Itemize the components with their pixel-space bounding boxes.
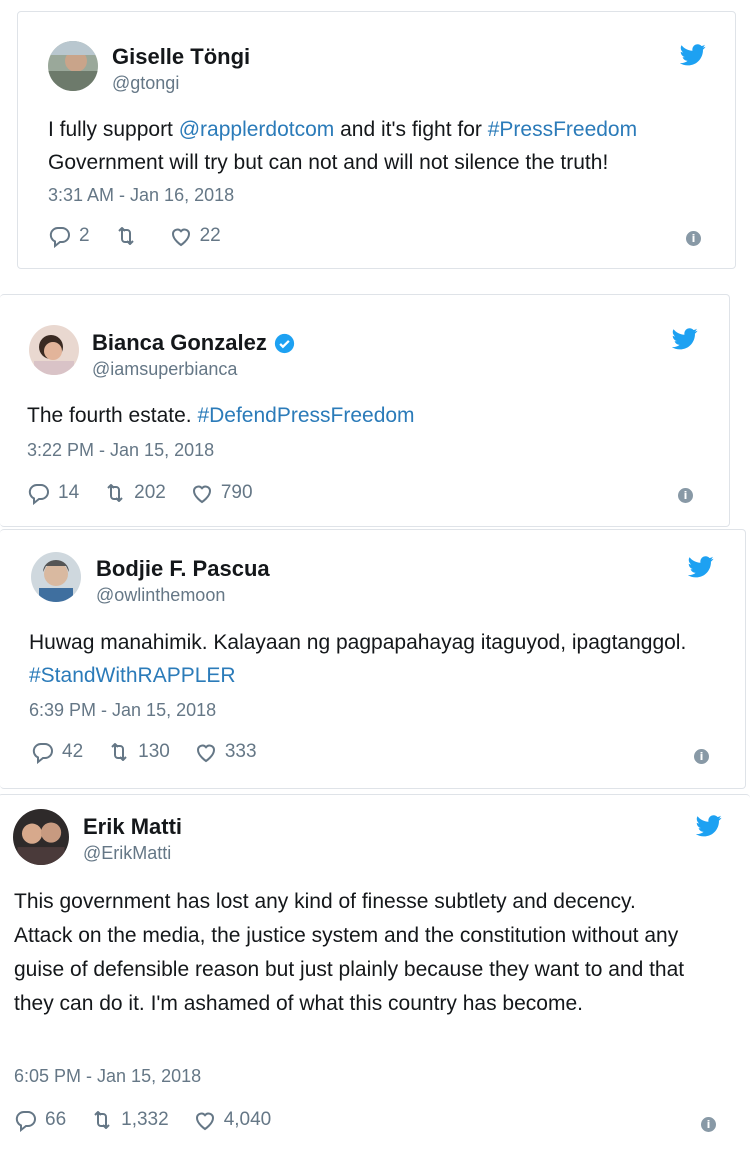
avatar-photo-icon [48, 41, 98, 91]
tweet-actions: 66 1,332 4,040 [14, 1108, 295, 1132]
retweet-button[interactable]: 1,332 [90, 1108, 169, 1132]
twitter-bird-icon[interactable] [671, 328, 698, 350]
like-button[interactable]: 333 [194, 740, 257, 764]
tweet-text: The fourth estate. #DefendPressFreedom [27, 399, 717, 432]
tweet-text: Huwag manahimik. Kalayaan ng pagpapahaya… [29, 626, 689, 692]
reply-button[interactable]: 2 [48, 224, 90, 248]
retweet-button[interactable]: 130 [107, 740, 170, 764]
like-count: 333 [224, 741, 257, 762]
avatar[interactable] [48, 41, 98, 91]
like-count: 4,040 [223, 1109, 272, 1130]
twitter-bird-icon[interactable] [687, 556, 714, 578]
verified-badge-icon [274, 333, 294, 353]
reply-icon [49, 226, 70, 248]
tweet-link[interactable]: #DefendPressFreedom [197, 404, 414, 427]
tweet-timestamp[interactable]: 6:05 PM - Jan 15, 2018 [14, 1066, 201, 1087]
user-handle[interactable]: @ErikMatti [83, 843, 171, 864]
avatar-photo-icon [13, 809, 69, 865]
retweet-button[interactable]: 202 [103, 481, 166, 505]
user-handle[interactable]: @iamsuperbianca [92, 359, 237, 380]
display-name[interactable]: Bodjie F. Pascua [96, 556, 270, 582]
reply-count: 2 [79, 225, 90, 246]
reply-button[interactable]: 66 [14, 1108, 66, 1132]
like-count: 22 [199, 225, 221, 246]
tweet-text-segment: The fourth estate. [27, 404, 198, 427]
tweet-text: This government has lost any kind of fin… [14, 885, 694, 1021]
tweet-text-segment: This government has lost any kind of fin… [14, 890, 685, 1015]
info-icon[interactable]: i [694, 749, 709, 764]
display-name[interactable]: Giselle Töngi [112, 44, 250, 70]
avatar[interactable] [29, 325, 79, 375]
tweet-link[interactable]: #StandWithRAPPLER [29, 664, 236, 687]
reply-count: 42 [62, 741, 84, 762]
avatar-photo-icon [29, 325, 79, 375]
twitter-bird-icon[interactable] [679, 44, 706, 66]
retweet-button[interactable] [114, 224, 145, 248]
info-icon[interactable]: i [678, 488, 693, 503]
tweet-actions: 14 202 790 [27, 481, 277, 505]
like-button[interactable]: 790 [190, 481, 253, 505]
retweet-icon [117, 227, 134, 245]
tweet-link[interactable]: #PressFreedom [488, 118, 637, 141]
tweet-text-segment: I fully support [48, 118, 179, 141]
display-name[interactable]: Erik Matti [83, 814, 182, 840]
tweet-timestamp[interactable]: 3:31 AM - Jan 16, 2018 [48, 185, 234, 206]
info-icon[interactable]: i [701, 1117, 716, 1132]
info-icon[interactable]: i [686, 231, 701, 246]
twitter-bird-icon[interactable] [695, 815, 722, 837]
tweet-text-segment: Government will try but can not and will… [48, 151, 609, 174]
avatar-photo-icon [31, 552, 81, 602]
heart-icon [192, 485, 211, 504]
reply-icon [28, 483, 49, 505]
like-count: 790 [220, 482, 253, 503]
reply-count: 14 [58, 482, 80, 503]
tweet-actions: 2 22 [48, 224, 245, 248]
heart-icon [195, 1112, 214, 1131]
user-handle[interactable]: @owlinthemoon [96, 585, 225, 606]
retweet-icon [94, 1111, 110, 1129]
reply-icon [15, 1110, 36, 1132]
tweet-card[interactable]: Bodjie F. Pascua @owlinthemoon Huwag man… [0, 529, 746, 789]
tweet-link[interactable]: @rapplerdotcom [179, 118, 335, 141]
heart-icon [196, 744, 215, 763]
user-handle[interactable]: @gtongi [112, 73, 179, 94]
retweet-count: 1,332 [121, 1109, 169, 1130]
like-button[interactable]: 22 [169, 224, 221, 248]
tweet-timestamp[interactable]: 3:22 PM - Jan 15, 2018 [27, 440, 214, 461]
display-name[interactable]: Bianca Gonzalez [92, 330, 295, 356]
retweet-count: 202 [134, 482, 166, 503]
tweet-card[interactable]: Giselle Töngi @gtongi I fully support @r… [17, 11, 736, 269]
tweet-card[interactable]: Bianca Gonzalez @iamsuperbianca The four… [0, 294, 730, 527]
retweet-icon [107, 484, 123, 502]
like-button[interactable]: 4,040 [193, 1108, 272, 1132]
retweet-icon [111, 743, 127, 761]
tweet-text: I fully support @rapplerdotcom and it's … [48, 113, 728, 179]
reply-button[interactable]: 42 [31, 740, 83, 764]
reply-icon [32, 742, 53, 764]
tweet-actions: 42 130 333 [31, 740, 281, 764]
tweet-card[interactable]: Erik Matti @ErikMatti This government ha… [0, 794, 750, 1160]
retweet-count: 130 [138, 741, 170, 762]
tweet-text-segment: Huwag manahimik. Kalayaan ng pagpapahaya… [29, 631, 687, 654]
heart-icon [171, 228, 190, 247]
avatar[interactable] [31, 552, 81, 602]
avatar[interactable] [13, 809, 69, 865]
reply-count: 66 [45, 1109, 67, 1130]
tweet-timestamp[interactable]: 6:39 PM - Jan 15, 2018 [29, 700, 216, 721]
tweet-text-segment: and it's fight for [334, 118, 488, 141]
reply-button[interactable]: 14 [27, 481, 79, 505]
